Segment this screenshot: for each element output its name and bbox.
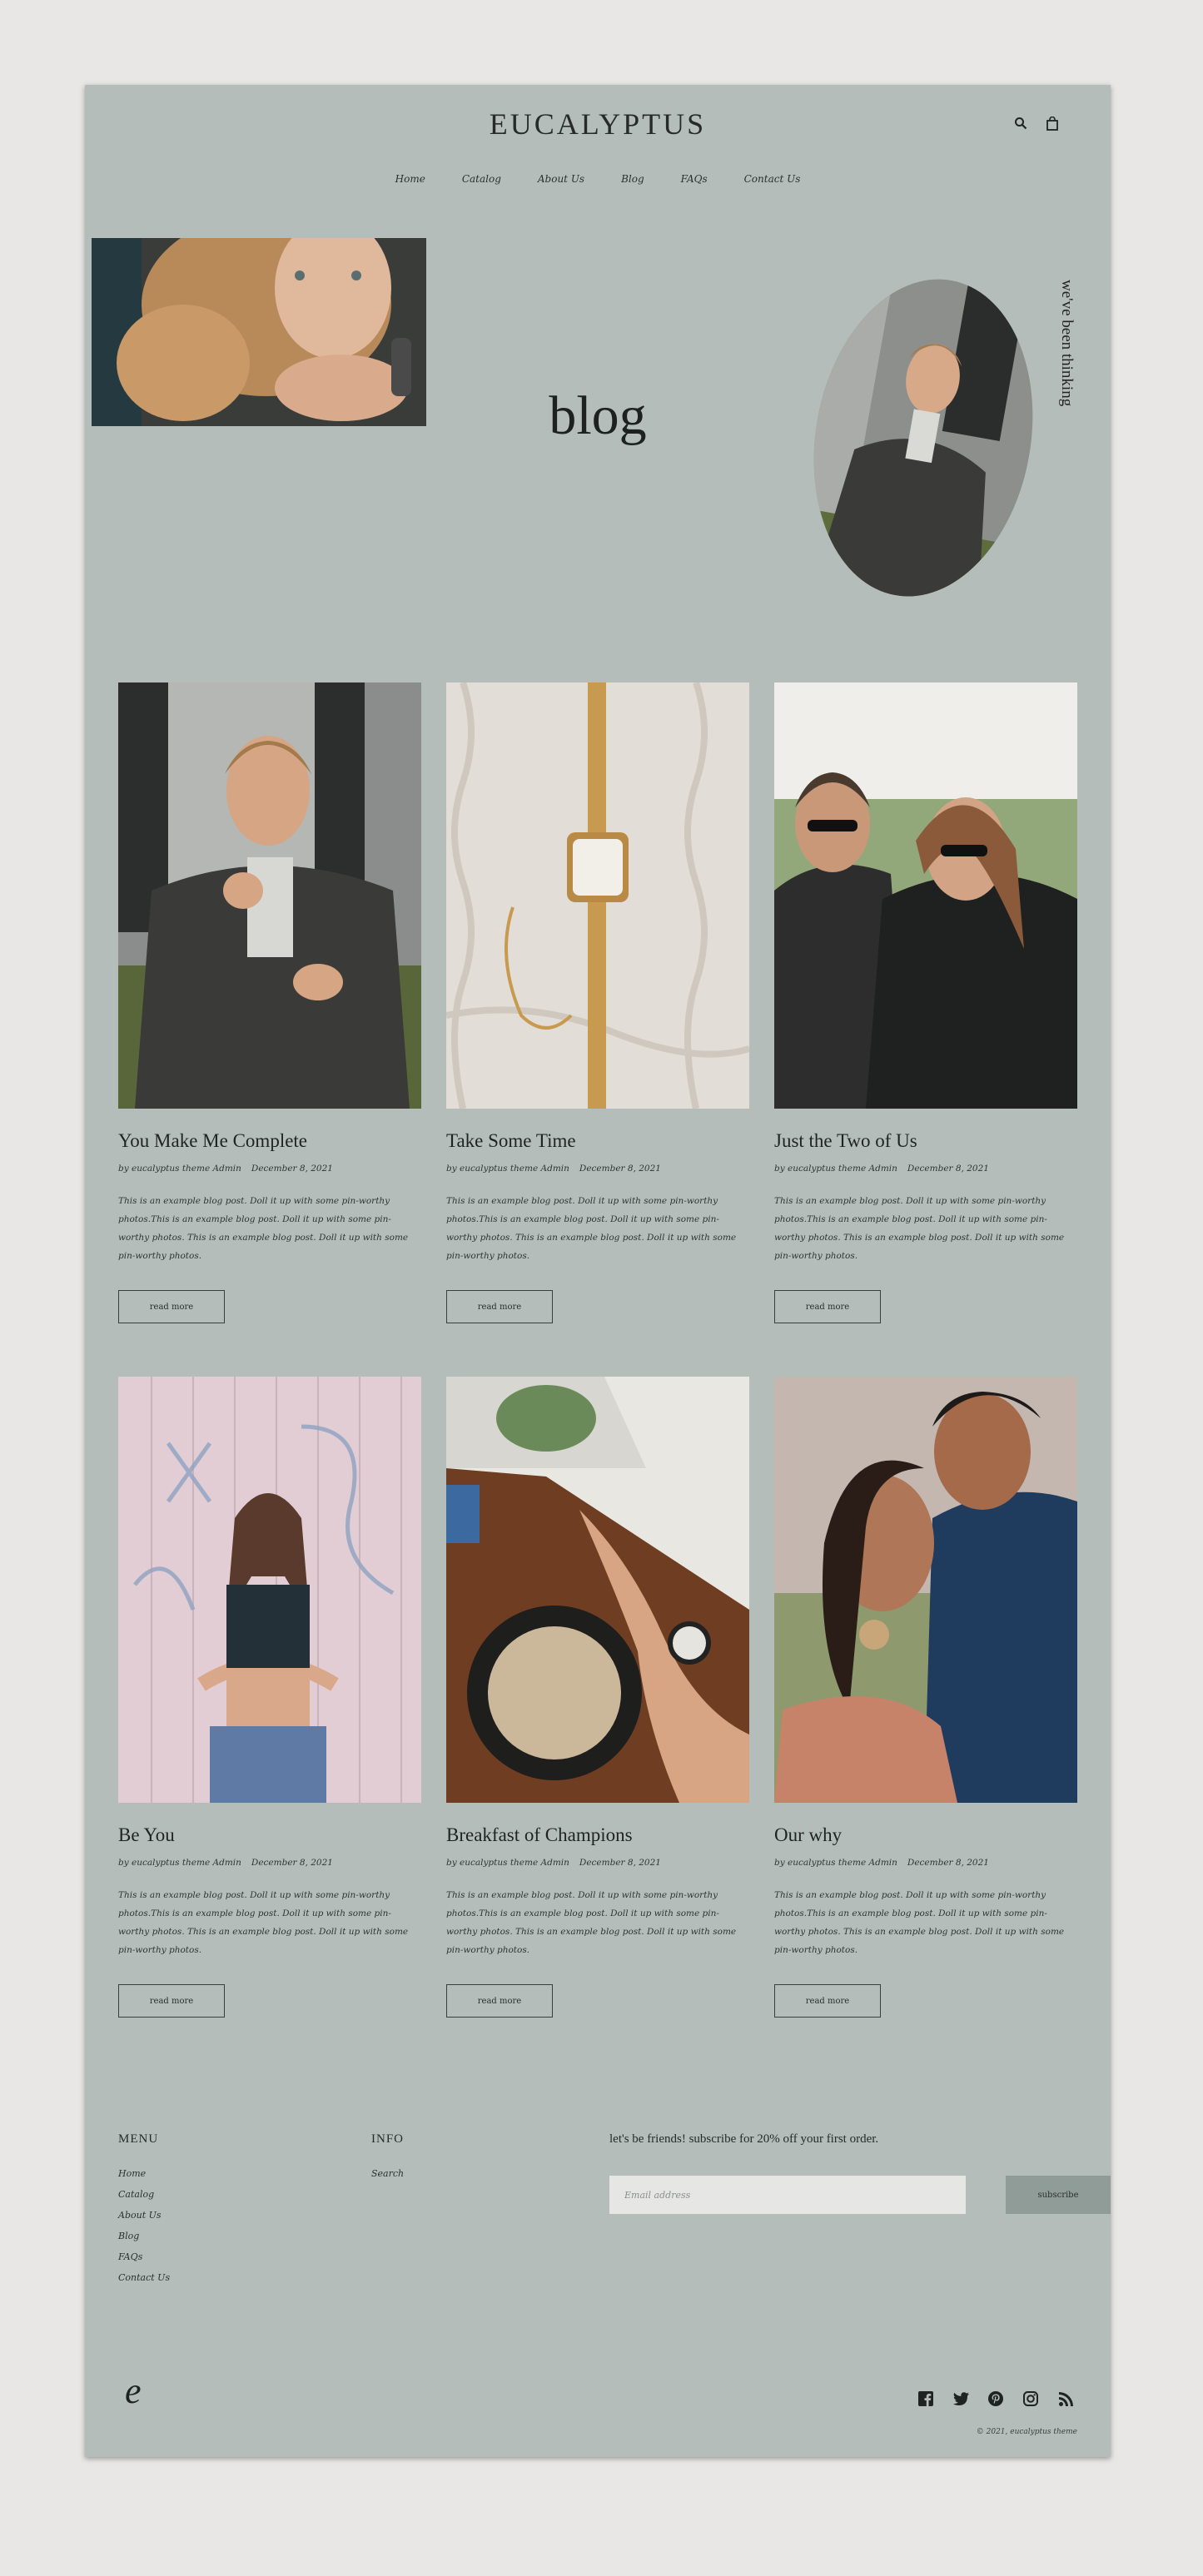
- facebook-icon[interactable]: [917, 2390, 934, 2407]
- blog-card: You Make Me Complete by eucalyptus theme…: [118, 682, 421, 1323]
- blog-card: Take Some Time by eucalyptus theme Admin…: [446, 682, 749, 1323]
- copyright-text: © 2021, eucalyptus theme: [976, 2428, 1077, 2436]
- post-title[interactable]: You Make Me Complete: [118, 1130, 421, 1152]
- footer-link-search[interactable]: Search: [371, 2168, 404, 2189]
- social-links: [917, 2390, 1074, 2407]
- instagram-icon[interactable]: [1022, 2390, 1039, 2407]
- post-author: by eucalyptus theme Admin: [446, 1858, 569, 1868]
- nav-faqs[interactable]: FAQs: [681, 173, 708, 185]
- blog-card: Breakfast of Champions by eucalyptus the…: [446, 1377, 749, 2018]
- pinterest-icon[interactable]: [987, 2390, 1004, 2407]
- post-title[interactable]: Just the Two of Us: [774, 1130, 1077, 1152]
- footer-link-faqs[interactable]: FAQs: [118, 2251, 170, 2272]
- footer-link-home[interactable]: Home: [118, 2168, 170, 2189]
- footer-link-about-us[interactable]: About Us: [118, 2210, 170, 2231]
- post-image-breakfast-bowl[interactable]: [446, 1377, 749, 1803]
- side-tagline: we've been thinking: [1058, 280, 1076, 407]
- post-excerpt: This is an example blog post. Doll it up…: [774, 1890, 1065, 1955]
- post-excerpt: This is an example blog post. Doll it up…: [774, 1196, 1065, 1261]
- post-image-woman-pink-wall[interactable]: [118, 1377, 421, 1803]
- footer-info-heading: INFO: [371, 2132, 405, 2146]
- post-meta: by eucalyptus theme Admin December 8, 202…: [118, 1164, 421, 1174]
- post-image-couple-kiss[interactable]: [774, 1377, 1077, 1803]
- read-more-button[interactable]: read more: [446, 1290, 553, 1323]
- post-author: by eucalyptus theme Admin: [774, 1858, 897, 1868]
- post-title[interactable]: Be You: [118, 1824, 421, 1846]
- post-title[interactable]: Take Some Time: [446, 1130, 749, 1152]
- post-meta: by eucalyptus theme Admin December 8, 202…: [446, 1164, 749, 1174]
- rss-icon[interactable]: [1057, 2390, 1074, 2407]
- hero-image-man-in-suit: [789, 261, 1057, 614]
- post-title[interactable]: Breakfast of Champions: [446, 1824, 749, 1846]
- footer-brand-mark[interactable]: e: [125, 2370, 142, 2412]
- post-author: by eucalyptus theme Admin: [118, 1858, 241, 1868]
- footer-link-blog[interactable]: Blog: [118, 2231, 170, 2251]
- blog-card: Be You by eucalyptus theme Admin December…: [118, 1377, 421, 2018]
- site-logo[interactable]: EUCALYPTUS: [85, 107, 1111, 141]
- newsletter-heading: let's be friends! subscribe for 20% off …: [609, 2132, 879, 2146]
- post-image-gold-watch[interactable]: [446, 682, 749, 1109]
- blog-card: Just the Two of Us by eucalyptus theme A…: [774, 682, 1077, 1323]
- post-excerpt: This is an example blog post. Doll it up…: [118, 1196, 409, 1261]
- nav-about-us[interactable]: About Us: [538, 173, 584, 185]
- email-input[interactable]: [609, 2176, 966, 2214]
- post-author: by eucalyptus theme Admin: [774, 1164, 897, 1174]
- read-more-button[interactable]: read more: [446, 1984, 553, 2018]
- post-excerpt: This is an example blog post. Doll it up…: [118, 1890, 409, 1955]
- main-nav: Home Catalog About Us Blog FAQs Contact …: [85, 173, 1111, 185]
- footer-menu-heading: MENU: [118, 2132, 159, 2146]
- post-date: December 8, 2021: [251, 1164, 333, 1174]
- footer-link-contact-us[interactable]: Contact Us: [118, 2272, 170, 2293]
- twitter-icon[interactable]: [952, 2390, 969, 2407]
- search-icon[interactable]: [1012, 115, 1029, 132]
- read-more-button[interactable]: read more: [118, 1984, 225, 2018]
- footer-info-column: INFO Search: [371, 2132, 404, 2189]
- post-date: December 8, 2021: [579, 1858, 661, 1868]
- post-meta: by eucalyptus theme Admin December 8, 202…: [118, 1858, 421, 1868]
- post-meta: by eucalyptus theme Admin December 8, 202…: [774, 1858, 1077, 1868]
- post-date: December 8, 2021: [251, 1858, 333, 1868]
- blog-card: Our why by eucalyptus theme Admin Decembe…: [774, 1377, 1077, 2018]
- nav-home[interactable]: Home: [395, 173, 425, 185]
- post-title[interactable]: Our why: [774, 1824, 1077, 1846]
- post-author: by eucalyptus theme Admin: [446, 1164, 569, 1174]
- post-date: December 8, 2021: [907, 1164, 989, 1174]
- subscribe-button[interactable]: subscribe: [1006, 2176, 1111, 2214]
- nav-blog[interactable]: Blog: [621, 173, 644, 185]
- read-more-button[interactable]: read more: [774, 1290, 881, 1323]
- post-author: by eucalyptus theme Admin: [118, 1164, 241, 1174]
- post-excerpt: This is an example blog post. Doll it up…: [446, 1890, 737, 1955]
- cart-icon[interactable]: [1044, 115, 1061, 132]
- post-excerpt: This is an example blog post. Doll it up…: [446, 1196, 737, 1261]
- page-container: EUCALYPTUS Home Catalog About Us Blog FA…: [85, 85, 1111, 2457]
- footer-menu-column: MENU Home Catalog About Us Blog FAQs Con…: [118, 2132, 170, 2293]
- header-icons: [1012, 115, 1061, 132]
- nav-contact-us[interactable]: Contact Us: [744, 173, 801, 185]
- post-meta: by eucalyptus theme Admin December 8, 202…: [774, 1164, 1077, 1174]
- nav-catalog[interactable]: Catalog: [462, 173, 501, 185]
- read-more-button[interactable]: read more: [118, 1290, 225, 1323]
- post-image-couple-sunglasses[interactable]: [774, 682, 1077, 1109]
- post-date: December 8, 2021: [579, 1164, 661, 1174]
- post-date: December 8, 2021: [907, 1858, 989, 1868]
- post-image-man-suit[interactable]: [118, 682, 421, 1109]
- post-meta: by eucalyptus theme Admin December 8, 202…: [446, 1858, 749, 1868]
- read-more-button[interactable]: read more: [774, 1984, 881, 2018]
- footer-link-catalog[interactable]: Catalog: [118, 2189, 170, 2210]
